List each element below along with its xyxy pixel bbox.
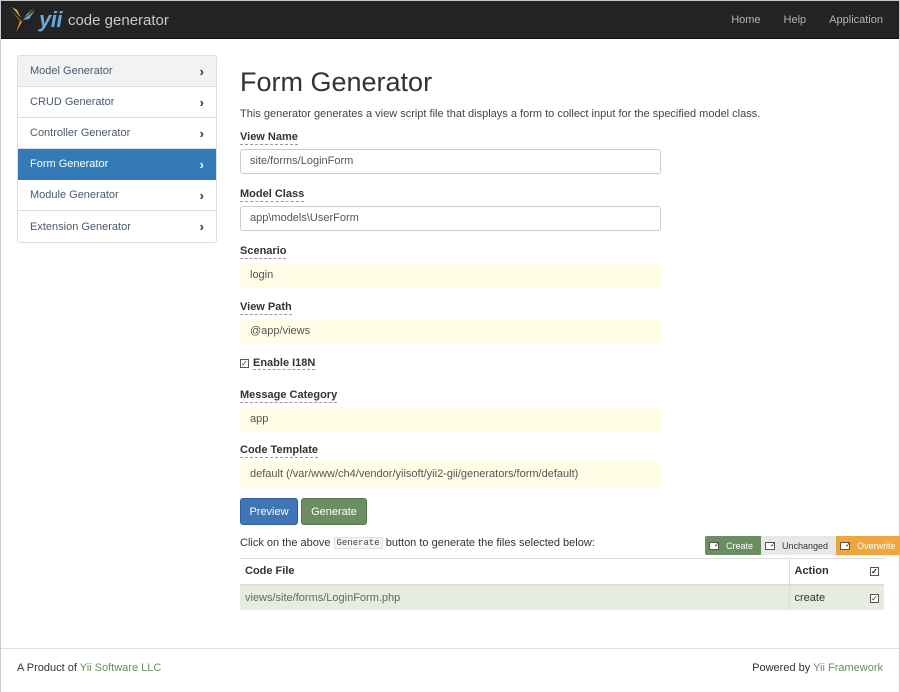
code-template-group: Code Template default (/var/www/ch4/vend…	[240, 444, 661, 487]
file-status-legend: ✓ Create ✓ Unchanged ✓ Overwrite	[705, 536, 900, 555]
footer-right: Powered by Yii Framework	[752, 662, 883, 674]
legend-create[interactable]: ✓ Create	[705, 536, 762, 555]
chevron-right-icon: ›	[199, 63, 204, 79]
select-all-cell: ✓	[865, 558, 884, 586]
yii-logo-icon	[10, 7, 35, 32]
code-template-select[interactable]: default (/var/www/ch4/vendor/yiisoft/yii…	[240, 462, 661, 487]
select-all-checkbox[interactable]: ✓	[870, 567, 879, 577]
legend-unchanged-label: Unchanged	[782, 540, 829, 551]
message-category-group: Message Category app	[240, 389, 661, 432]
nav-help-link[interactable]: Help	[784, 14, 807, 26]
scenario-group: Scenario login	[240, 245, 661, 288]
generate-hint: Click on the above Generate button to ge…	[240, 537, 595, 549]
scenario-input[interactable]: login	[240, 263, 661, 288]
top-navbar: yii code generator Home Help Application	[1, 1, 899, 39]
legend-overwrite-label: Overwrite	[857, 540, 896, 551]
message-category-label: Message Category	[240, 389, 338, 403]
checkbox-icon: ✓	[840, 541, 851, 550]
page-footer: A Product of Yii Software LLC Powered by…	[1, 648, 899, 692]
legend-overwrite[interactable]: ✓ Overwrite	[836, 536, 900, 555]
sidebar-item-label: Controller Generator	[30, 127, 131, 139]
preview-button[interactable]: Preview	[240, 498, 298, 525]
sidebar-item-crud-generator[interactable]: CRUD Generator ›	[18, 87, 216, 118]
model-class-input[interactable]: app\models\UserForm	[240, 206, 661, 231]
checkbox-icon: ✓	[765, 541, 776, 550]
table-header-row: Code File Action ✓	[240, 558, 884, 586]
page-title: Form Generator	[240, 67, 433, 97]
yii-framework-link[interactable]: Yii Framework	[813, 662, 883, 674]
main-content: Form Generator This generator generates …	[240, 65, 884, 122]
footer-left: A Product of Yii Software LLC	[17, 662, 161, 674]
code-file-link[interactable]: views/site/forms/LoginForm.php	[240, 584, 789, 610]
legend-create-label: Create	[726, 540, 754, 551]
sidebar-item-label: Extension Generator	[30, 220, 131, 233]
chevron-right-icon: ›	[199, 94, 204, 110]
sidebar-item-label: Form Generator	[30, 158, 109, 170]
legend-unchanged[interactable]: ✓ Unchanged	[761, 536, 837, 555]
enable-i18n-group: ✓ Enable I18N	[240, 357, 316, 370]
action-header: Action	[788, 558, 865, 586]
sidebar-item-model-generator[interactable]: Model Generator ›	[18, 56, 216, 87]
table-row: views/site/forms/LoginForm.php create ✓	[240, 584, 884, 610]
generate-button[interactable]: Generate	[301, 498, 367, 525]
model-class-group: Model Class app\models\UserForm	[240, 188, 661, 231]
footer-right-prefix: Powered by	[752, 662, 811, 674]
sidebar-item-label: Model Generator	[30, 65, 113, 77]
hint-text-before: Click on the above	[240, 537, 331, 549]
nav-application-link[interactable]: Application	[829, 14, 883, 26]
file-select-cell: ✓	[865, 584, 884, 610]
chevron-right-icon: ›	[199, 156, 204, 172]
nav-home-link[interactable]: Home	[731, 14, 760, 26]
sidebar-item-module-generator[interactable]: Module Generator ›	[18, 180, 216, 211]
sidebar-item-label: Module Generator	[30, 189, 119, 201]
enable-i18n-checkbox[interactable]: ✓	[240, 359, 249, 368]
sidebar-item-label: CRUD Generator	[30, 96, 115, 108]
chevron-right-icon: ›	[199, 219, 204, 234]
code-file-header: Code File	[240, 558, 789, 586]
sidebar-item-controller-generator[interactable]: Controller Generator ›	[18, 118, 216, 149]
footer-left-prefix: A Product of	[17, 662, 77, 674]
brand-logo[interactable]: yii code generator	[7, 5, 169, 35]
model-class-label: Model Class	[240, 188, 305, 202]
brand-title: code generator	[67, 11, 169, 29]
enable-i18n-label[interactable]: Enable I18N	[253, 357, 316, 370]
message-category-input[interactable]: app	[240, 407, 661, 432]
sidebar-item-form-generator[interactable]: Form Generator ›	[18, 149, 216, 180]
view-name-input[interactable]: site/forms/LoginForm	[240, 149, 661, 174]
view-name-label: View Name	[240, 131, 298, 145]
sidebar-item-extension-generator[interactable]: Extension Generator ›	[18, 211, 216, 242]
brand-yii-text: yii	[39, 7, 62, 32]
view-name-group: View Name site/forms/LoginForm	[240, 131, 661, 174]
file-action: create	[788, 584, 865, 610]
nav-links: Home Help Application	[708, 1, 883, 39]
chevron-right-icon: ›	[199, 187, 204, 203]
code-template-label: Code Template	[240, 444, 319, 458]
file-select-checkbox[interactable]: ✓	[870, 593, 879, 603]
generator-sidebar: Model Generator › CRUD Generator › Contr…	[17, 55, 217, 243]
checkbox-icon: ✓	[709, 541, 720, 550]
scenario-label: Scenario	[240, 245, 287, 259]
view-path-group: View Path @app/views	[240, 301, 661, 344]
hint-code: Generate	[333, 537, 383, 549]
code-files-table: Code File Action ✓ views/site/forms/Logi…	[240, 558, 884, 610]
view-path-label: View Path	[240, 301, 292, 315]
chevron-right-icon: ›	[199, 125, 204, 141]
view-path-input[interactable]: @app/views	[240, 319, 661, 344]
generator-description: This generator generates a view script f…	[240, 108, 761, 120]
hint-text-after: button to generate the files selected be…	[385, 537, 595, 549]
yii-software-link[interactable]: Yii Software LLC	[80, 662, 162, 674]
